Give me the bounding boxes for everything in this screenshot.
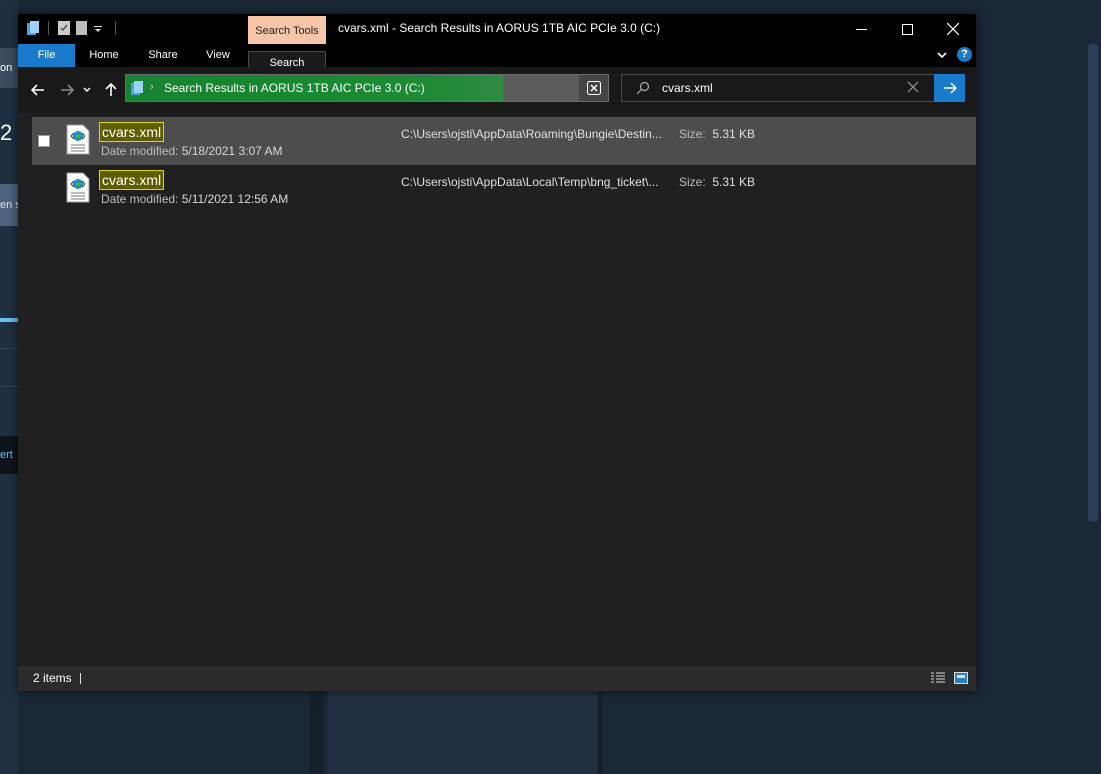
back-arrow-icon (31, 84, 44, 96)
customize-toolbar-icon[interactable] (93, 20, 107, 36)
new-folder-icon[interactable] (75, 20, 89, 36)
background-sidebar (0, 0, 18, 774)
background-tab[interactable]: on (0, 48, 18, 88)
background-panel (310, 690, 324, 774)
background-divider (0, 386, 18, 387)
recent-locations-button[interactable] (81, 79, 93, 101)
navigation-bar: › Search Results in AORUS 1TB AIC PCIe 3… (18, 67, 976, 113)
background-panel (598, 690, 602, 774)
toolbar-divider (115, 21, 116, 35)
minimize-icon (855, 28, 867, 30)
close-icon (947, 23, 959, 35)
date-modified: Date modified: 5/11/2021 12:56 AM (101, 192, 289, 206)
large-icons-view-icon (954, 672, 968, 684)
forward-arrow-icon (61, 84, 74, 96)
address-bar[interactable]: › Search Results in AORUS 1TB AIC PCIe 3… (125, 74, 609, 102)
up-button[interactable] (100, 79, 122, 101)
background-divider (0, 348, 18, 349)
background-selected-item[interactable]: ert (0, 436, 18, 474)
context-tab-label: Search Tools (248, 16, 326, 44)
chevron-down-icon (83, 87, 91, 92)
stop-search-button[interactable] (579, 75, 608, 101)
window-title: cvars.xml - Search Results in AORUS 1TB … (338, 21, 661, 35)
background-progress (0, 318, 18, 322)
up-arrow-icon (105, 83, 117, 96)
stop-icon (586, 81, 601, 95)
back-button[interactable] (27, 79, 49, 101)
search-icon (636, 81, 650, 98)
quick-access-toolbar (26, 20, 120, 36)
title-bar: Search Tools cvars.xml - Search Results … (18, 14, 976, 44)
date-modified: Date modified: 5/18/2021 3:07 AM (101, 144, 283, 158)
close-button[interactable] (930, 14, 976, 44)
tab-file[interactable]: File (18, 44, 75, 67)
arrow-right-icon (943, 82, 957, 94)
breadcrumb-chevron-icon[interactable]: › (150, 81, 154, 93)
tab-view[interactable]: View (196, 44, 240, 67)
ribbon-tabs: File Home Share View Search ? (18, 44, 976, 79)
explorer-window: Search Tools cvars.xml - Search Results … (18, 14, 976, 691)
tab-home[interactable]: Home (80, 44, 128, 67)
background-scrollbar-thumb[interactable] (1088, 44, 1098, 522)
file-size: Size: 5.31 KB (679, 127, 756, 141)
file-name[interactable]: cvars.xml (99, 170, 165, 190)
background-number: 2 (0, 120, 13, 145)
tab-share[interactable]: Share (139, 44, 187, 67)
toolbar-divider (48, 21, 49, 35)
search-results-list: cvars.xml Date modified: 5/18/2021 3:07 … (18, 113, 976, 666)
maximize-icon (901, 23, 913, 35)
minimize-button[interactable] (838, 14, 884, 44)
properties-icon[interactable] (57, 20, 71, 36)
status-bar: 2 items (18, 666, 976, 691)
clear-search-icon[interactable] (907, 81, 919, 96)
file-path: C:\Users\ojsti\AppData\Local\Temp\bng_ti… (401, 175, 659, 189)
details-view-icon (931, 672, 945, 683)
folder-icon[interactable] (26, 20, 40, 36)
breadcrumb-path[interactable]: Search Results in AORUS 1TB AIC PCIe 3.0… (164, 75, 425, 101)
file-name[interactable]: cvars.xml (99, 122, 165, 142)
item-checkbox[interactable] (38, 135, 50, 147)
xml-file-icon (66, 124, 90, 155)
maximize-button[interactable] (884, 14, 930, 44)
details-view-button[interactable] (931, 671, 945, 685)
help-icon[interactable]: ? (957, 47, 972, 62)
background-panel (328, 690, 598, 774)
list-item[interactable]: cvars.xml Date modified: 5/11/2021 12:56… (32, 165, 976, 213)
search-go-button[interactable] (934, 74, 965, 102)
search-results-icon (130, 80, 144, 99)
xml-file-icon (66, 172, 90, 203)
file-path: C:\Users\ojsti\AppData\Roaming\Bungie\De… (401, 127, 662, 141)
expand-ribbon-icon[interactable] (936, 49, 948, 64)
forward-button[interactable] (56, 79, 78, 101)
status-divider (80, 673, 81, 684)
large-icons-view-button[interactable] (954, 671, 968, 685)
file-size: Size: 5.31 KB (679, 175, 756, 189)
list-item[interactable]: cvars.xml Date modified: 5/18/2021 3:07 … (32, 117, 976, 165)
item-count: 2 items (33, 671, 72, 685)
background-button[interactable]: en s (0, 184, 18, 226)
search-input[interactable] (662, 75, 902, 101)
search-box[interactable] (621, 74, 965, 102)
